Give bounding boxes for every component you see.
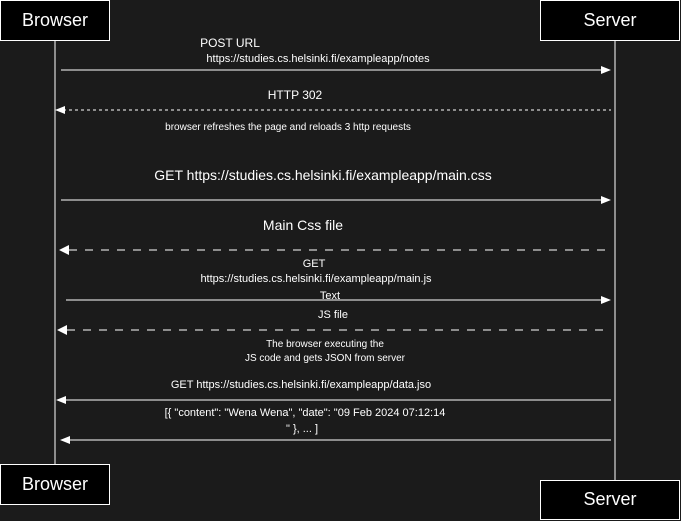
message-get-main-js-below-label: Text: [320, 290, 340, 302]
browser-actor-top-label: Browser: [22, 10, 88, 30]
message-get-main-css-label: GET https://studies.cs.helsinki.fi/examp…: [154, 167, 491, 183]
message-get-main-js-label-2: https://studies.cs.helsinki.fi/exampleap…: [200, 273, 432, 285]
browser-actor-bottom-label: Browser: [22, 474, 88, 494]
message-post-url-label-1: POST URL: [200, 36, 260, 50]
arrowhead-right-icon: [601, 196, 611, 204]
browser-actor-bottom[interactable]: Browser: [0, 464, 110, 505]
message-main-css-file[interactable]: Main Css file: [59, 217, 611, 255]
message-get-data-json[interactable]: GET https://studies.cs.helsinki.fi/examp…: [56, 379, 611, 404]
message-get-data-json-label: GET https://studies.cs.helsinki.fi/examp…: [171, 379, 431, 391]
browser-actor-top[interactable]: Browser: [0, 0, 110, 41]
message-json-response[interactable]: [{ "content": "Wena Wena", "date": "09 F…: [60, 407, 611, 444]
message-js-file[interactable]: JS file: [57, 309, 611, 335]
server-actor-bottom[interactable]: Server: [540, 480, 680, 520]
message-json-response-label-2: " }, ... ]: [286, 423, 318, 435]
message-post-url[interactable]: POST URL https://studies.cs.helsinki.fi/…: [61, 36, 611, 74]
note-refresh-text: browser refreshes the page and reloads 3…: [165, 122, 411, 133]
server-actor-top-label: Server: [583, 10, 636, 30]
message-http-302[interactable]: HTTP 302: [55, 88, 611, 114]
sequence-diagram: Browser Server Browser Server POST URL h…: [0, 0, 680, 520]
message-main-css-file-label: Main Css file: [263, 217, 343, 233]
message-json-response-label-1: [{ "content": "Wena Wena", "date": "09 F…: [165, 407, 446, 419]
message-js-file-label: JS file: [318, 309, 348, 321]
server-actor-bottom-label: Server: [583, 489, 636, 509]
arrowhead-left-icon: [59, 245, 69, 255]
message-http-302-label: HTTP 302: [268, 88, 323, 102]
arrowhead-left-icon: [56, 396, 66, 404]
arrowhead-left-icon: [55, 106, 65, 114]
message-get-main-js-label-1: GET: [303, 258, 326, 270]
note-executing-text-2: JS code and gets JSON from server: [245, 353, 406, 364]
message-get-main-css[interactable]: GET https://studies.cs.helsinki.fi/examp…: [61, 167, 611, 204]
arrowhead-left-icon: [60, 436, 70, 444]
arrowhead-right-icon: [601, 66, 611, 74]
server-actor-top[interactable]: Server: [540, 0, 680, 41]
message-get-main-js[interactable]: GET https://studies.cs.helsinki.fi/examp…: [66, 258, 611, 304]
note-executing-text-1: The browser executing the: [266, 339, 384, 350]
message-post-url-label-2: https://studies.cs.helsinki.fi/exampleap…: [206, 53, 430, 65]
arrowhead-right-icon: [601, 296, 611, 304]
arrowhead-left-icon: [57, 325, 67, 335]
